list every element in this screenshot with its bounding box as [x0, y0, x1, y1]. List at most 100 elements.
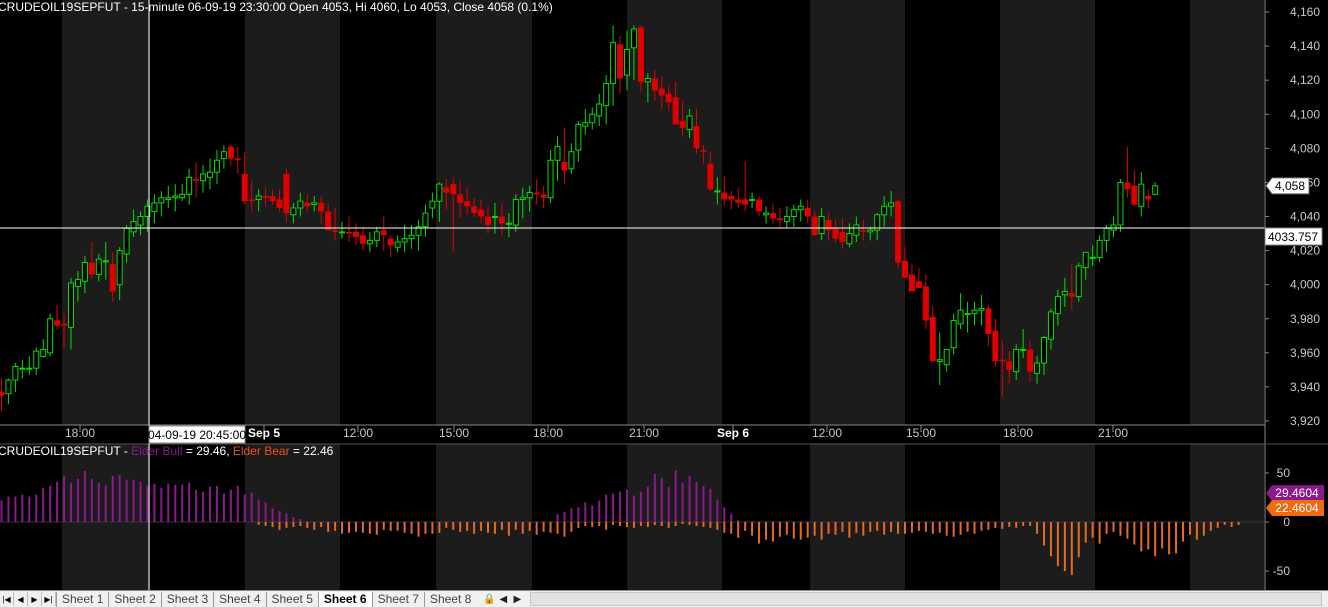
y-tick-label: 4,120	[1290, 73, 1320, 87]
candle-body	[665, 93, 672, 103]
next-sheet-icon[interactable]: ▶	[28, 592, 42, 606]
price-candle	[12, 363, 19, 393]
price-candle	[971, 301, 978, 326]
price-candle	[763, 206, 769, 224]
price-candle	[401, 225, 408, 253]
price-candle	[19, 359, 26, 379]
sheet-tab[interactable]: Sheet 4	[213, 591, 265, 607]
horizontal-scrollbar[interactable]	[530, 592, 1322, 606]
candle-body	[568, 151, 575, 170]
price-candle	[943, 348, 950, 372]
candle-body	[1082, 251, 1089, 269]
price-candle	[179, 184, 186, 202]
price-candle	[387, 235, 394, 258]
last-sheet-icon[interactable]: ▶|	[42, 592, 56, 606]
candle-body	[679, 121, 686, 128]
session-bands	[62, 0, 1264, 590]
x-tick-label: 15:00	[906, 426, 936, 440]
candle-body	[213, 159, 220, 173]
candle-body	[860, 230, 867, 232]
sheet-tools: 🔒 ◀ ▶	[482, 594, 524, 605]
price-candle	[582, 109, 589, 135]
candle-body	[1006, 361, 1013, 370]
prev-sheet-icon[interactable]: ◀	[14, 592, 28, 606]
candle-body	[700, 150, 707, 152]
sheet-tab[interactable]: Sheet 1	[56, 591, 108, 607]
candle-body	[1103, 227, 1110, 241]
candle-body	[5, 379, 12, 395]
price-candle	[964, 301, 971, 333]
sheet-tab[interactable]: Sheet 2	[108, 591, 160, 607]
sheet-tab[interactable]: Sheet 8	[423, 591, 476, 607]
candle-body	[589, 113, 596, 124]
candle-body	[81, 262, 88, 282]
price-candle	[895, 199, 902, 268]
candle-body	[1075, 265, 1082, 298]
scroll-right-icon[interactable]: ▶	[510, 594, 524, 605]
x-tick-label: 21:00	[1098, 426, 1128, 440]
price-candle	[742, 161, 749, 212]
sheet-tab[interactable]: Sheet 7	[371, 591, 424, 607]
price-candle	[797, 199, 804, 222]
candle-body	[74, 279, 81, 287]
candle-body	[429, 200, 436, 209]
candle-body	[283, 173, 290, 214]
y-tick-label: 4,000	[1290, 278, 1320, 292]
candle-body	[1054, 296, 1061, 315]
price-candle	[429, 192, 436, 219]
lock-icon[interactable]: 🔒	[482, 594, 496, 605]
candle-body	[1034, 362, 1041, 374]
candle-body	[359, 235, 366, 244]
y-tick-label: 3,940	[1290, 380, 1320, 394]
candle-body	[971, 309, 978, 315]
price-chart-title: CRUDEOIL19SEPFUT - 15-minute 06-09-19 23…	[0, 0, 553, 14]
price-candle	[408, 225, 415, 249]
x-tick-label: 18:00	[65, 426, 95, 440]
candle-body	[471, 206, 478, 214]
candle-body	[651, 78, 658, 91]
candle-body	[693, 126, 700, 149]
price-candle	[735, 187, 742, 208]
y-tick-label: 4,100	[1290, 107, 1320, 121]
first-sheet-icon[interactable]: |◀	[0, 592, 14, 606]
y-tick-label: 4,140	[1290, 39, 1320, 53]
candle-body	[902, 260, 908, 278]
price-candle	[339, 221, 346, 239]
candle-body	[582, 122, 589, 127]
session-band	[62, 0, 150, 425]
candle-body	[401, 238, 408, 243]
candle-body	[881, 205, 888, 216]
price-candle	[776, 207, 783, 229]
candle-body	[721, 192, 728, 200]
candle-body	[478, 209, 485, 217]
price-candle	[756, 196, 763, 217]
sheet-tab[interactable]: Sheet 3	[160, 591, 213, 607]
candle-body	[790, 209, 797, 218]
sheet-tab[interactable]: Sheet 5	[265, 591, 318, 607]
candle-body	[853, 224, 860, 236]
price-candle	[193, 161, 200, 198]
scroll-left-icon[interactable]: ◀	[496, 594, 510, 605]
price-candle	[359, 226, 366, 251]
candle-body	[491, 216, 498, 218]
candle-body	[936, 359, 943, 362]
candle-body	[304, 202, 311, 207]
y-tick-label: 4,020	[1290, 244, 1320, 258]
chart-canvas[interactable]: 4,1604,1404,1204,1004,0804,0604,0404,020…	[0, 0, 1328, 590]
candle-body	[783, 216, 790, 223]
candle-body	[554, 146, 561, 161]
x-tick-label: 15:00	[439, 426, 469, 440]
candle-body	[95, 258, 102, 275]
candle-body	[797, 205, 804, 211]
candle-body	[193, 179, 200, 181]
price-candle	[1152, 182, 1159, 195]
price-candle	[1124, 146, 1131, 198]
candle-body	[116, 250, 123, 286]
sheet-tab[interactable]: Sheet 6	[317, 591, 372, 607]
y-tick-label: 3,920	[1290, 414, 1320, 428]
x-tick-label: 21:00	[629, 426, 659, 440]
price-candle	[804, 199, 811, 224]
price-candles	[0, 25, 1159, 411]
price-candle	[950, 313, 957, 355]
candle-body	[158, 197, 165, 204]
